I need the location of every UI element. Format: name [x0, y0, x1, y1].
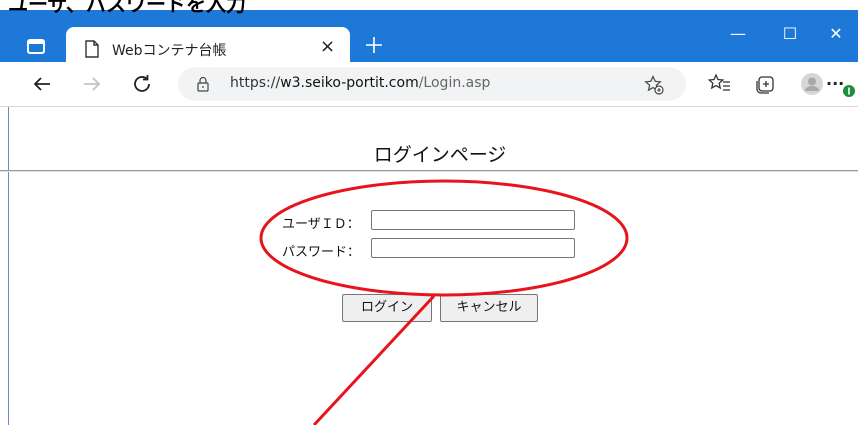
maximize-button[interactable]: ☐: [768, 20, 812, 48]
profile-avatar-icon[interactable]: [800, 72, 824, 96]
update-badge-icon: [843, 85, 855, 97]
page-icon: [85, 40, 99, 58]
url-text: https://w3.seiko-portit.com/Login.asp: [230, 75, 490, 91]
add-favorite-icon[interactable]: [643, 74, 665, 96]
tab-actions-icon[interactable]: [22, 32, 50, 60]
user-id-label: ユーザＩＤ：: [282, 217, 360, 232]
login-button[interactable]: ログイン: [342, 294, 432, 322]
site-info-icon[interactable]: [194, 75, 212, 93]
browser-window: Webコンテナ台帳 × — ☐ ✕ https://w3.seiko-porti…: [0, 0, 858, 425]
collections-icon[interactable]: [754, 72, 778, 96]
tab-close-button[interactable]: ×: [320, 36, 335, 57]
favorites-icon[interactable]: [708, 72, 732, 96]
close-window-button[interactable]: ✕: [814, 20, 858, 48]
title-divider: [0, 170, 858, 172]
address-toolbar: https://w3.seiko-portit.com/Login.asp ··…: [0, 62, 858, 107]
browser-titlebar: Webコンテナ台帳 × — ☐ ✕: [0, 10, 858, 72]
password-input[interactable]: [371, 238, 575, 258]
forward-icon: [84, 77, 101, 91]
minimize-button[interactable]: —: [716, 20, 760, 48]
back-icon[interactable]: [30, 72, 54, 96]
page-title: ログインページ: [373, 144, 507, 166]
user-id-input[interactable]: [371, 210, 575, 230]
url-field[interactable]: https://w3.seiko-portit.com/Login.asp: [178, 67, 686, 101]
cancel-button[interactable]: キャンセル: [440, 294, 538, 322]
caption-text: ユーザ、パスワードを入力: [8, 0, 246, 16]
url-path: /Login.asp: [418, 75, 491, 91]
password-label: パスワード：: [282, 245, 361, 260]
url-scheme: https://: [230, 75, 281, 91]
refresh-icon[interactable]: [130, 72, 154, 96]
new-tab-icon[interactable]: [362, 33, 386, 57]
tab-title: Webコンテナ台帳: [112, 43, 227, 59]
url-domain: w3.seiko-portit.com: [280, 75, 419, 91]
